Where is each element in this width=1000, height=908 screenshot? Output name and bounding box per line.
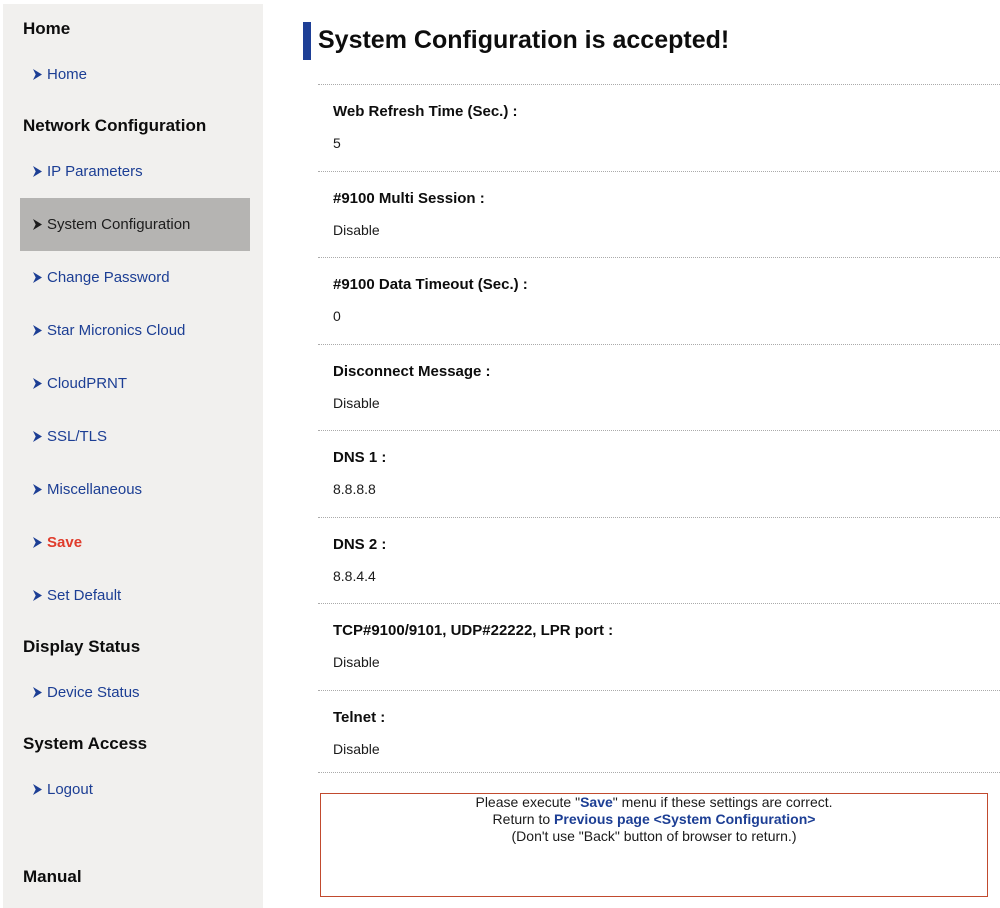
note-line-back-warning: (Don't use "Back" button of browser to r… [321, 828, 987, 845]
setting-label: TCP#9100/9101, UDP#22222, LPR port : [333, 622, 1000, 640]
sidebar-header-home: Home [3, 4, 263, 48]
setting-label: #9100 Data Timeout (Sec.) : [333, 276, 1000, 294]
setting-value: Disable [333, 222, 1000, 239]
setting-label: DNS 2 : [333, 536, 1000, 554]
sidebar-item-miscellaneous[interactable]: Miscellaneous [3, 463, 263, 516]
setting-value: Disable [333, 395, 1000, 412]
chevron-right-icon [33, 537, 42, 548]
sidebar-item-label: Home [47, 66, 87, 83]
chevron-right-icon [33, 484, 42, 495]
previous-page-link[interactable]: Previous page <System Configuration> [554, 811, 815, 827]
sidebar-item-label: IP Parameters [47, 163, 143, 180]
chevron-right-icon [33, 687, 42, 698]
note-text: " menu if these settings are correct. [613, 794, 833, 810]
page-title: System Configuration is accepted! [318, 26, 729, 54]
sidebar-item-label: Miscellaneous [47, 481, 142, 498]
setting-label: DNS 1 : [333, 449, 1000, 467]
sidebar-item-save[interactable]: Save [3, 516, 263, 569]
setting-row-web-refresh-time-sec: Web Refresh Time (Sec.) : 5 [318, 85, 1000, 172]
chevron-right-icon [33, 69, 42, 80]
chevron-right-icon [33, 219, 42, 230]
setting-value: Disable [333, 654, 1000, 671]
sidebar-item-label: Star Micronics Cloud [47, 322, 185, 339]
setting-label: Telnet : [333, 709, 1000, 727]
sidebar-header-system-access: System Access [3, 719, 263, 763]
sidebar-item-set-default[interactable]: Set Default [3, 569, 263, 622]
setting-row-dns-1: DNS 1 : 8.8.8.8 [318, 431, 1000, 518]
setting-value: Disable [333, 741, 1000, 755]
chevron-right-icon [33, 590, 42, 601]
sidebar-item-label: Logout [47, 781, 93, 798]
sidebar-header-network-configuration: Network Configuration [3, 101, 263, 145]
settings-list: Web Refresh Time (Sec.) : 5 #9100 Multi … [318, 84, 1000, 754]
setting-label: #9100 Multi Session : [333, 190, 1000, 208]
sidebar-item-label: Save [47, 534, 82, 551]
sidebar-item-change-password[interactable]: Change Password [3, 251, 263, 304]
sidebar-item-system-configuration[interactable]: System Configuration [20, 198, 250, 251]
note-box: Please execute "Save" menu if these sett… [320, 793, 988, 897]
sidebar-item-ssl-tls[interactable]: SSL/TLS [3, 410, 263, 463]
chevron-right-icon [33, 325, 42, 336]
page-title-row: System Configuration is accepted! [303, 22, 729, 60]
setting-value: 8.8.4.4 [333, 568, 1000, 585]
setting-label: Disconnect Message : [333, 363, 1000, 381]
note-text: Please execute " [475, 794, 580, 810]
note-line-return: Return to Previous page <System Configur… [321, 811, 987, 828]
setting-value: 8.8.8.8 [333, 481, 1000, 498]
chevron-right-icon [33, 431, 42, 442]
sidebar-item-ip-parameters[interactable]: IP Parameters [3, 145, 263, 198]
sidebar-item-label: Device Status [47, 684, 140, 701]
sidebar-item-cloudprnt[interactable]: CloudPRNT [3, 357, 263, 410]
setting-label: Web Refresh Time (Sec.) : [333, 103, 1000, 121]
setting-value: 0 [333, 308, 1000, 325]
setting-row-telnet: Telnet : Disable [318, 691, 1000, 755]
setting-row-9100-multi-session: #9100 Multi Session : Disable [318, 172, 1000, 259]
sidebar-header-display-status: Display Status [3, 622, 263, 666]
sidebar-header-manual: Manual [3, 852, 263, 896]
sidebar-item-label: System Configuration [47, 216, 190, 233]
chevron-right-icon [33, 378, 42, 389]
setting-row-9100-data-timeout-sec: #9100 Data Timeout (Sec.) : 0 [318, 258, 1000, 345]
sidebar-item-label: SSL/TLS [47, 428, 107, 445]
setting-row-disconnect-message: Disconnect Message : Disable [318, 345, 1000, 432]
chevron-right-icon [33, 166, 42, 177]
sidebar-item-device-status[interactable]: Device Status [3, 666, 263, 719]
sidebar: Home Home Network Configuration IP Param… [3, 4, 263, 908]
title-accent-bar [303, 22, 311, 60]
setting-row-dns-2: DNS 2 : 8.8.4.4 [318, 518, 1000, 605]
note-line-save: Please execute "Save" menu if these sett… [321, 794, 987, 811]
chevron-right-icon [33, 272, 42, 283]
setting-row-tcp-9100-9101-udp-22222-lpr-port: TCP#9100/9101, UDP#22222, LPR port : Dis… [318, 604, 1000, 691]
sidebar-item-home[interactable]: Home [3, 48, 263, 101]
save-link[interactable]: Save [580, 794, 613, 810]
separator-line [318, 772, 1000, 773]
setting-value: 5 [333, 135, 1000, 152]
sidebar-item-label: CloudPRNT [47, 375, 127, 392]
sidebar-item-logout[interactable]: Logout [3, 763, 263, 816]
sidebar-item-star-micronics-cloud[interactable]: Star Micronics Cloud [3, 304, 263, 357]
sidebar-item-label: Set Default [47, 587, 121, 604]
sidebar-item-label: Change Password [47, 269, 170, 286]
note-text: Return to [493, 811, 554, 827]
chevron-right-icon [33, 784, 42, 795]
